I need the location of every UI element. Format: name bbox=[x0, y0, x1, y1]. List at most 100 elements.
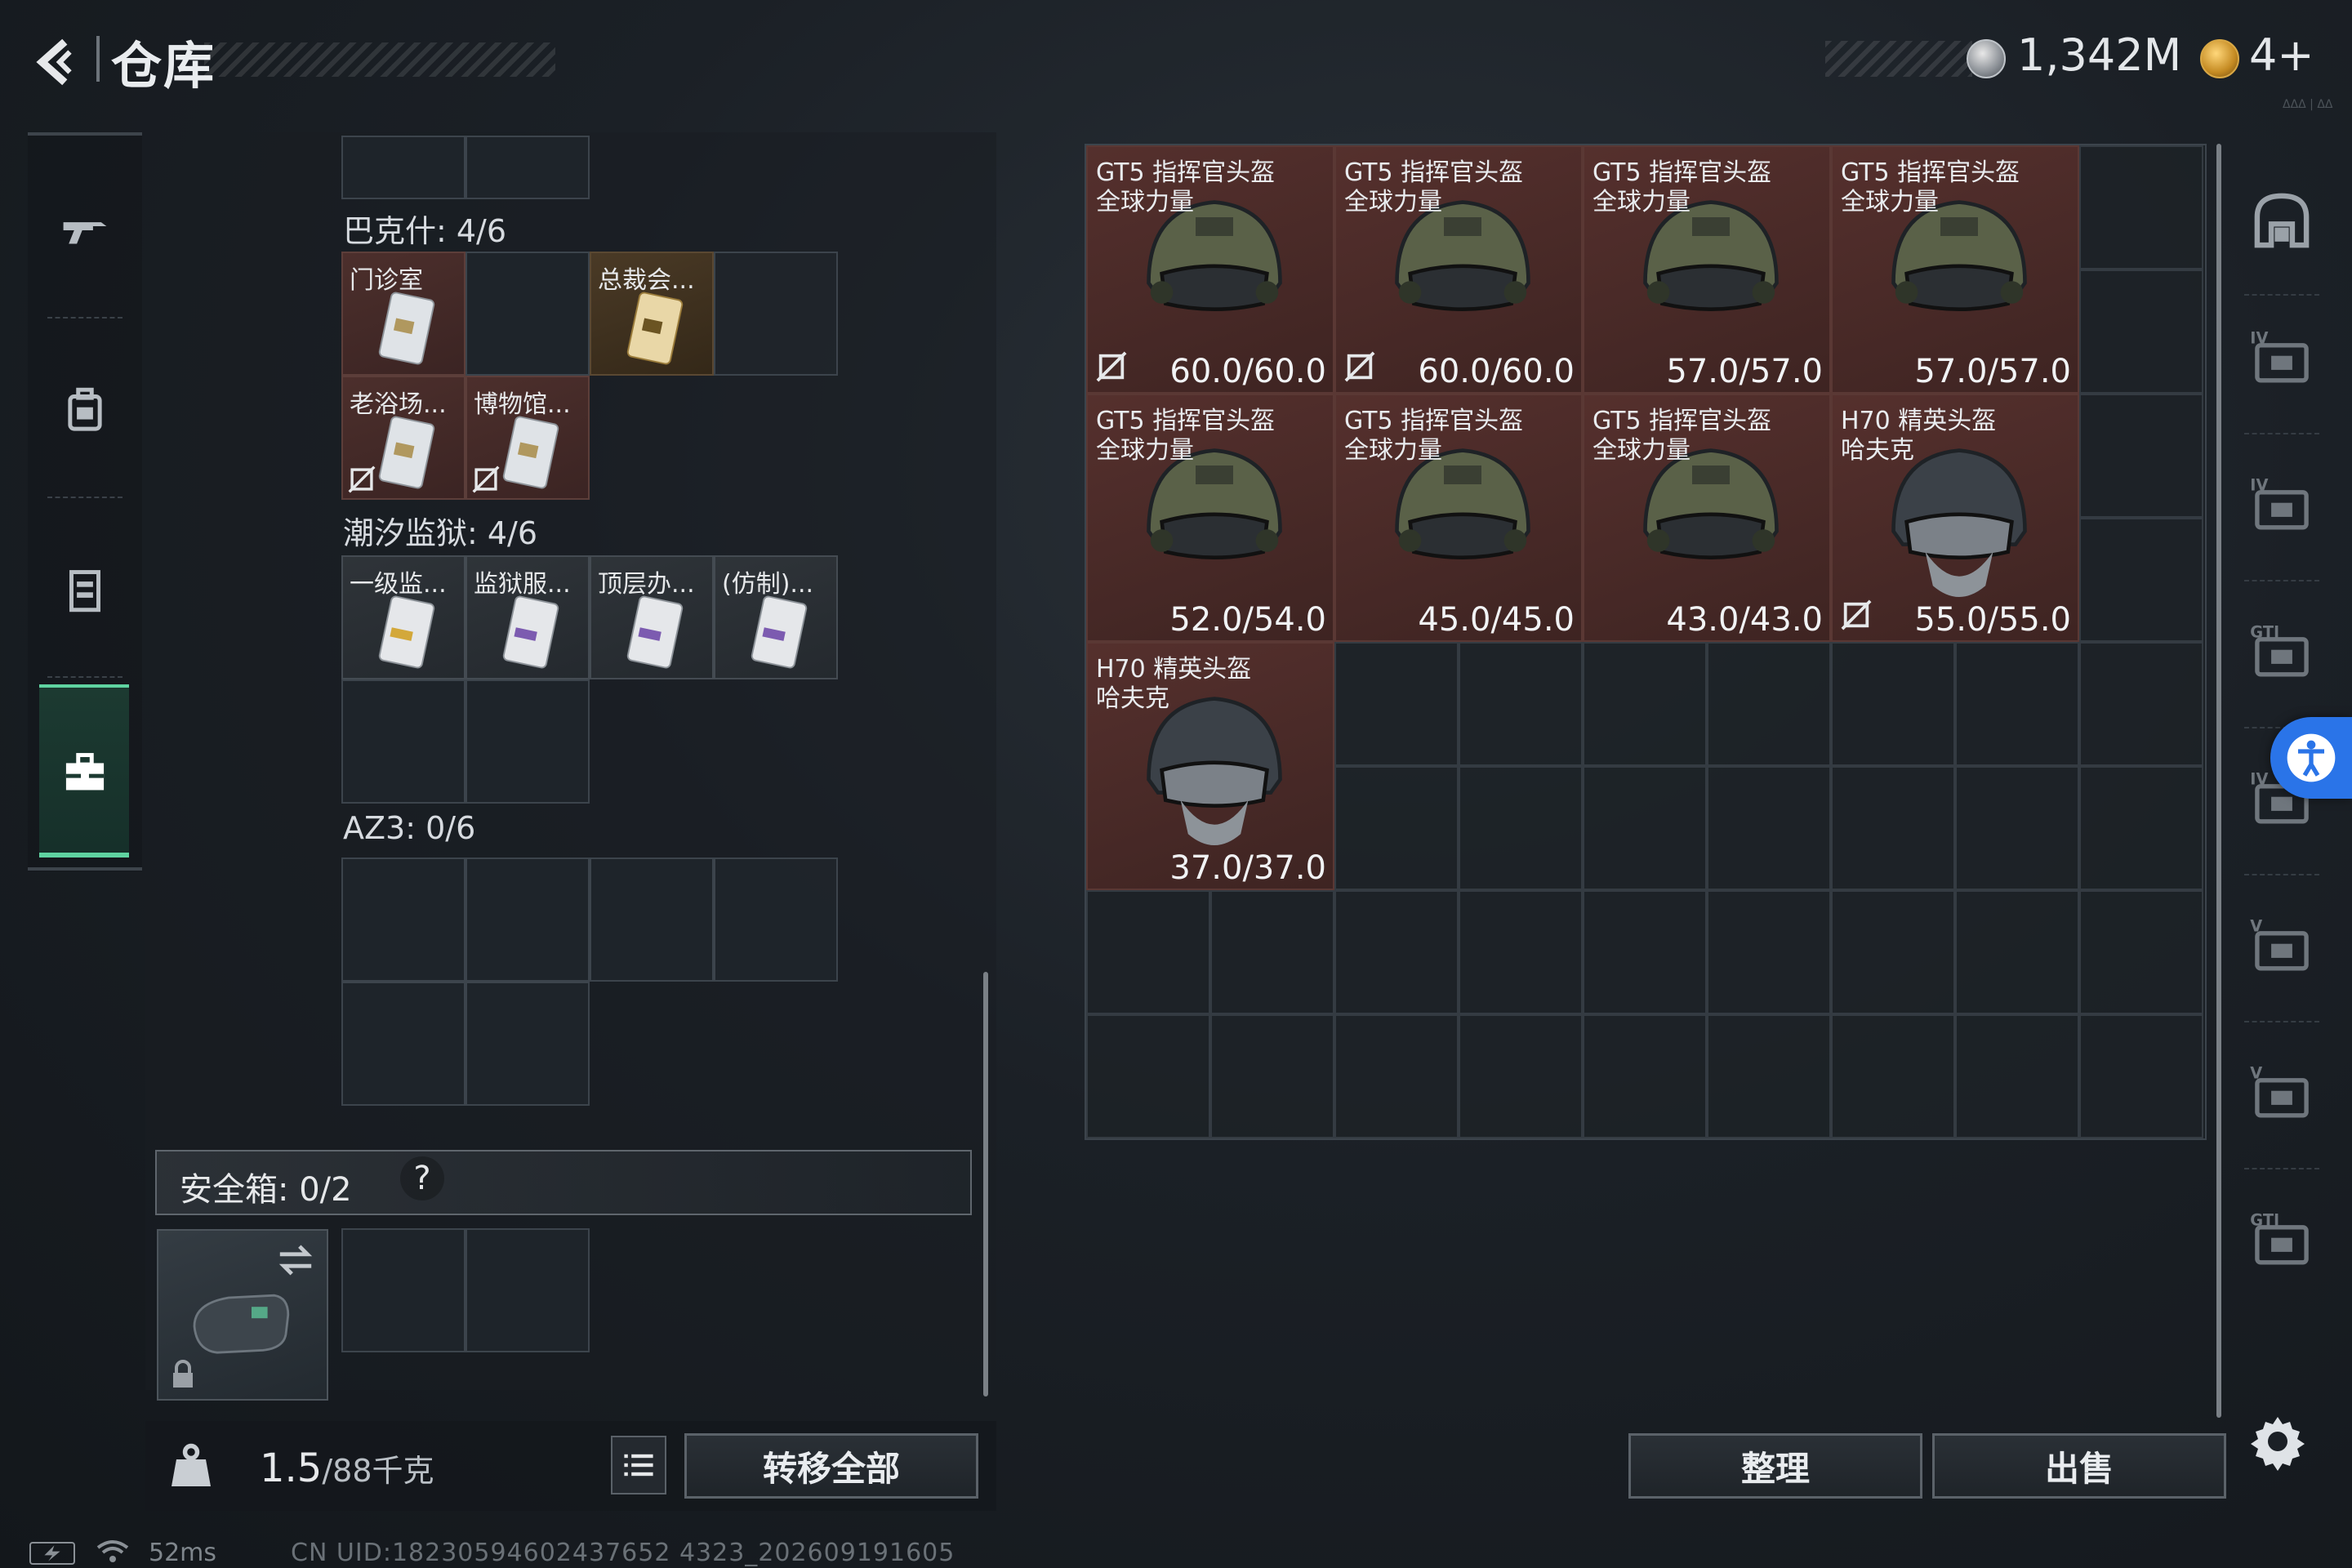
stash-empty-cell[interactable] bbox=[2079, 890, 2203, 1014]
empty-slot[interactable] bbox=[466, 136, 590, 199]
back-button[interactable] bbox=[24, 29, 90, 95]
stash-empty-cell[interactable] bbox=[1955, 1014, 2079, 1138]
nav-item-equipment[interactable] bbox=[28, 320, 142, 500]
safe-box-help-button[interactable]: ? bbox=[400, 1156, 444, 1200]
swap-icon[interactable] bbox=[276, 1241, 315, 1280]
empty-slot[interactable] bbox=[341, 982, 466, 1106]
stash-empty-cell[interactable] bbox=[1583, 1014, 1707, 1138]
stash-empty-cell[interactable] bbox=[1334, 1014, 1459, 1138]
stash-empty-cell[interactable] bbox=[1334, 890, 1459, 1014]
stash-item-helmet[interactable]: H70 精英头盔 哈夫克 55.0/55.0 bbox=[1831, 394, 2079, 642]
stash-empty-cell[interactable] bbox=[1210, 1014, 1334, 1138]
svg-text:IV: IV bbox=[2250, 329, 2268, 348]
stash-empty-cell[interactable] bbox=[2079, 394, 2203, 518]
stash-item-helmet[interactable]: GT5 指挥官头盔 全球力量 57.0/57.0 bbox=[1831, 145, 2079, 394]
stash-empty-cell[interactable] bbox=[2079, 270, 2203, 394]
stash-empty-cell[interactable] bbox=[2079, 145, 2203, 270]
empty-slot[interactable] bbox=[341, 858, 466, 982]
keycard-slot[interactable]: 门诊室 bbox=[341, 252, 466, 376]
list-view-button[interactable] bbox=[611, 1436, 666, 1494]
rail-level-v-case-2[interactable]: V bbox=[2241, 1045, 2323, 1143]
empty-slot[interactable] bbox=[714, 252, 838, 376]
rail-level-iv-bag[interactable]: IV bbox=[2241, 310, 2323, 408]
stash-empty-cell[interactable] bbox=[1831, 642, 1955, 766]
empty-slot[interactable] bbox=[466, 982, 590, 1106]
stash-empty-cell[interactable] bbox=[1955, 890, 2079, 1014]
keycard-slot[interactable]: 一级监... bbox=[341, 555, 466, 679]
stash-empty-cell[interactable] bbox=[1707, 890, 1831, 1014]
stash-empty-cell[interactable] bbox=[1831, 1014, 1955, 1138]
settings-button[interactable] bbox=[2241, 1405, 2314, 1478]
stash-scrollbar[interactable] bbox=[2216, 144, 2221, 1418]
keycard-slot[interactable]: (仿制)... bbox=[714, 555, 838, 679]
stash-empty-cell[interactable] bbox=[1459, 1014, 1583, 1138]
empty-slot[interactable] bbox=[341, 136, 466, 199]
stash-item-helmet[interactable]: GT5 指挥官头盔 全球力量 60.0/60.0 bbox=[1086, 145, 1334, 394]
level-iv-bag-icon: IV bbox=[2250, 329, 2309, 383]
rail-level-v-case[interactable]: V bbox=[2241, 898, 2323, 996]
stash-item-helmet[interactable]: GT5 指挥官头盔 全球力量 52.0/54.0 bbox=[1086, 394, 1334, 642]
item-brand: 全球力量 bbox=[1344, 188, 1442, 216]
stash-empty-cell[interactable] bbox=[1583, 642, 1707, 766]
stash-empty-cell[interactable] bbox=[1334, 766, 1459, 890]
keycard-slot[interactable]: 博物馆... bbox=[466, 376, 590, 500]
stash-empty-cell[interactable] bbox=[1955, 766, 2079, 890]
empty-slot[interactable] bbox=[590, 858, 714, 982]
stash-empty-cell[interactable] bbox=[2079, 518, 2203, 642]
keycard-icon bbox=[378, 416, 435, 489]
coin-balance[interactable]: 1,342M bbox=[2017, 29, 2181, 81]
stash-empty-cell[interactable] bbox=[1831, 890, 1955, 1014]
stash-empty-cell[interactable] bbox=[1459, 890, 1583, 1014]
nav-item-weapons[interactable] bbox=[28, 140, 142, 320]
stash-empty-cell[interactable] bbox=[1831, 766, 1955, 890]
stash-empty-cell[interactable] bbox=[2079, 642, 2203, 766]
item-durability: 37.0/37.0 bbox=[1169, 849, 1326, 887]
sort-button[interactable]: 整理 bbox=[1628, 1433, 1922, 1499]
stash-empty-cell[interactable] bbox=[2079, 1014, 2203, 1138]
nav-item-vest[interactable] bbox=[28, 500, 142, 679]
keycard-icon bbox=[751, 595, 808, 669]
stash-item-helmet[interactable]: GT5 指挥官头盔 全球力量 43.0/43.0 bbox=[1583, 394, 1831, 642]
empty-slot[interactable] bbox=[714, 858, 838, 982]
backpack-scrollbar[interactable] bbox=[983, 972, 988, 1396]
stash-empty-cell[interactable] bbox=[1583, 766, 1707, 890]
stash-empty-cell[interactable] bbox=[1707, 766, 1831, 890]
keycard-slot[interactable]: 监狱服... bbox=[466, 555, 590, 679]
stash-empty-cell[interactable] bbox=[1459, 642, 1583, 766]
stash-empty-cell[interactable] bbox=[1210, 890, 1334, 1014]
stash-empty-cell[interactable] bbox=[2079, 766, 2203, 890]
stash-empty-cell[interactable] bbox=[1459, 766, 1583, 890]
safe-empty-slot[interactable] bbox=[341, 1228, 466, 1352]
no-sell-icon bbox=[1841, 599, 1872, 630]
stash-empty-cell[interactable] bbox=[1707, 642, 1831, 766]
stash-item-helmet[interactable]: GT5 指挥官头盔 全球力量 60.0/60.0 bbox=[1334, 145, 1583, 394]
keycard-slot[interactable]: 总裁会... bbox=[590, 252, 714, 376]
empty-slot[interactable] bbox=[466, 252, 590, 376]
empty-slot[interactable] bbox=[466, 679, 590, 804]
rail-gti-case[interactable]: GTI bbox=[2241, 604, 2323, 702]
empty-slot[interactable] bbox=[466, 858, 590, 982]
sell-button[interactable]: 出售 bbox=[1932, 1433, 2226, 1499]
stash-empty-cell[interactable] bbox=[1334, 642, 1459, 766]
stash-empty-cell[interactable] bbox=[1086, 1014, 1210, 1138]
keycard-slot[interactable]: 老浴场... bbox=[341, 376, 466, 500]
safe-empty-slot[interactable] bbox=[466, 1228, 590, 1352]
rail-gti-box[interactable]: GTI bbox=[2241, 1192, 2323, 1290]
stash-empty-cell[interactable] bbox=[1955, 642, 2079, 766]
safe-box-slot[interactable] bbox=[157, 1229, 328, 1401]
stash-empty-cell[interactable] bbox=[1707, 1014, 1831, 1138]
stash-empty-cell[interactable] bbox=[1086, 890, 1210, 1014]
back-arrow-icon bbox=[36, 38, 72, 86]
stash-item-helmet[interactable]: GT5 指挥官头盔 全球力量 57.0/57.0 bbox=[1583, 145, 1831, 394]
rail-level-iv-medkit[interactable]: IV bbox=[2241, 457, 2323, 555]
accessibility-button[interactable] bbox=[2270, 717, 2352, 799]
ticket-balance[interactable]: 4+ bbox=[2249, 29, 2314, 81]
stash-item-helmet[interactable]: H70 精英头盔 哈夫克 37.0/37.0 bbox=[1086, 642, 1334, 890]
stash-empty-cell[interactable] bbox=[1583, 890, 1707, 1014]
rail-helmet-slot[interactable] bbox=[2241, 172, 2323, 270]
keycard-slot[interactable]: 顶层办... bbox=[590, 555, 714, 679]
nav-item-keys[interactable] bbox=[28, 683, 142, 862]
empty-slot[interactable] bbox=[341, 679, 466, 804]
transfer-all-button[interactable]: 转移全部 bbox=[684, 1433, 978, 1499]
stash-item-helmet[interactable]: GT5 指挥官头盔 全球力量 45.0/45.0 bbox=[1334, 394, 1583, 642]
